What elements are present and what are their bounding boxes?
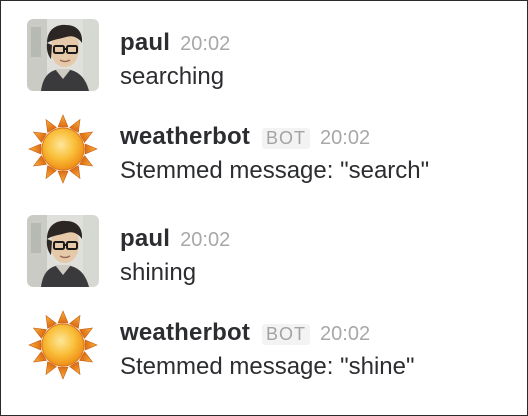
bot-badge: BOT	[262, 128, 311, 149]
message-text: shining	[120, 259, 197, 286]
author-name[interactable]: paul	[120, 225, 170, 253]
message-row: weatherbot BOT 20:02 Stemmed message: "s…	[27, 309, 517, 399]
message-text: searching	[120, 63, 225, 90]
author-name[interactable]: weatherbot	[120, 123, 250, 151]
message-pane: paul 20:02 searching weatherbot BOT 20:0…	[0, 0, 528, 416]
message-row: weatherbot BOT 20:02 Stemmed message: "s…	[27, 113, 517, 203]
message-text: Stemmed message: "search"	[120, 157, 430, 184]
author-name[interactable]: paul	[120, 29, 170, 57]
message-header: weatherbot BOT 20:02	[120, 319, 370, 349]
message-row: paul 20:02 shining	[27, 215, 517, 305]
timestamp[interactable]: 20:02	[320, 323, 370, 346]
user-photo-avatar[interactable]	[27, 19, 99, 91]
sun-icon[interactable]	[27, 113, 99, 185]
sun-icon[interactable]	[27, 309, 99, 381]
scroll-fragment	[259, 1, 303, 4]
message-header: paul 20:02	[120, 29, 230, 59]
timestamp[interactable]: 20:02	[180, 33, 230, 56]
user-photo-avatar[interactable]	[27, 215, 99, 287]
timestamp[interactable]: 20:02	[180, 229, 230, 252]
bot-badge: BOT	[262, 324, 311, 345]
message-header: paul 20:02	[120, 225, 230, 255]
message-header: weatherbot BOT 20:02	[120, 123, 370, 153]
message-text: Stemmed message: "shine"	[120, 353, 415, 380]
message-row: paul 20:02 searching	[27, 19, 517, 109]
author-name[interactable]: weatherbot	[120, 319, 250, 347]
timestamp[interactable]: 20:02	[320, 127, 370, 150]
